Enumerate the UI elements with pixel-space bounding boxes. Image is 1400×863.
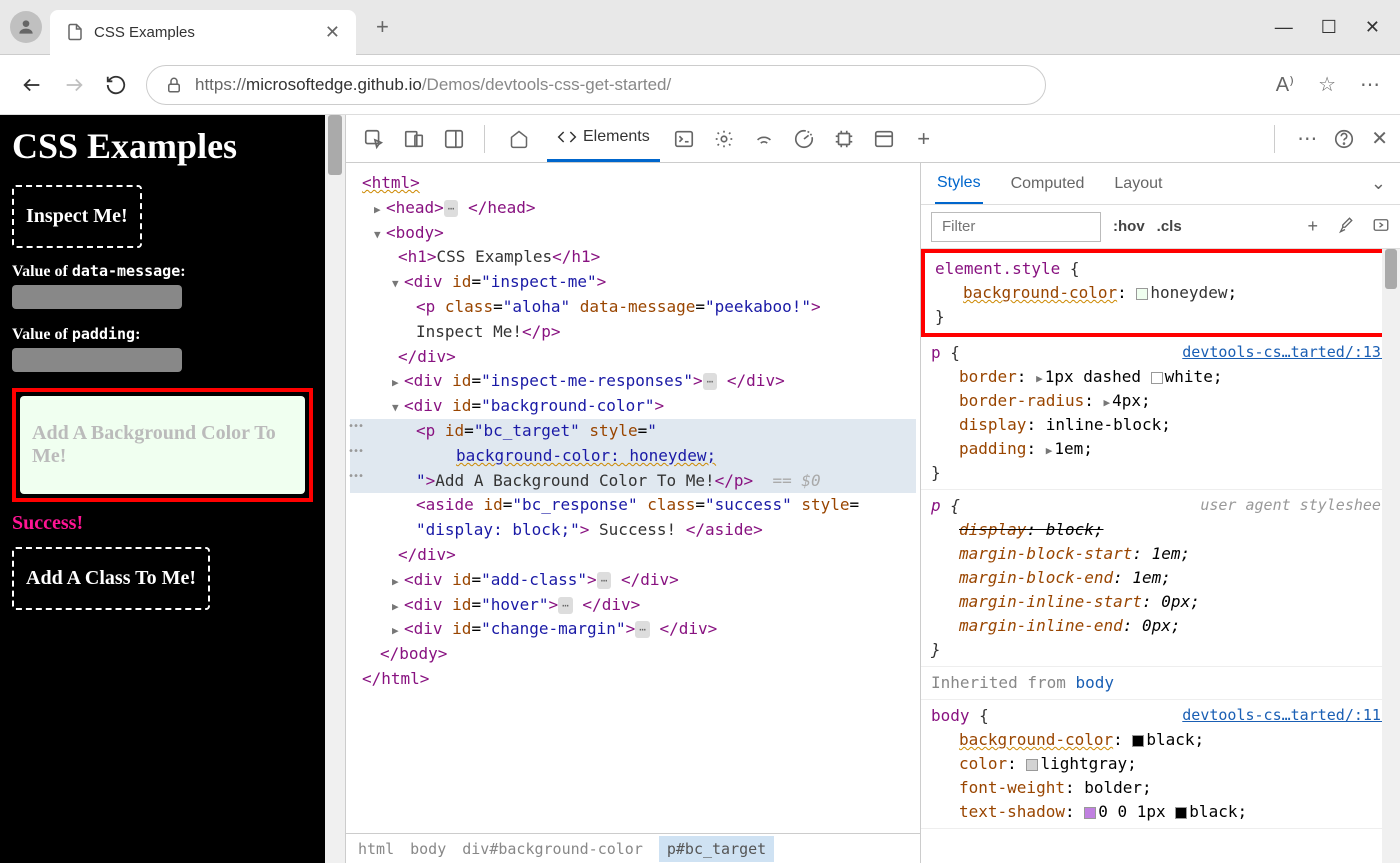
breadcrumb-body[interactable]: body <box>410 840 446 858</box>
refresh-button[interactable] <box>104 73 128 97</box>
devtools-help-icon[interactable] <box>1333 128 1355 150</box>
computed-styles-icon[interactable] <box>1372 216 1390 237</box>
styles-filter-input[interactable] <box>931 212 1101 242</box>
styles-scrollbar[interactable] <box>1382 249 1400 863</box>
devtools-more-icon[interactable]: ⋯ <box>1297 126 1317 151</box>
performance-icon[interactable] <box>788 123 820 155</box>
source-link-body[interactable]: devtools-cs…tarted/:117 <box>1182 704 1390 727</box>
styles-toolbar: :hov .cls + <box>921 205 1400 249</box>
forward-button[interactable] <box>62 73 86 97</box>
devtools-panel: Elements + ⋯ ✕ <html> <head>⋯ </head> <box>345 115 1400 863</box>
browser-tab[interactable]: CSS Examples ✕ <box>50 10 356 55</box>
styles-tabs: Styles Computed Layout ⌄ <box>921 163 1400 205</box>
page-heading: CSS Examples <box>12 127 313 167</box>
tab-close-button[interactable]: ✕ <box>325 22 340 43</box>
styles-tab-styles[interactable]: Styles <box>935 164 983 204</box>
tab-title: CSS Examples <box>94 24 195 41</box>
maximize-button[interactable]: ☐ <box>1321 17 1337 38</box>
padding-input[interactable] <box>12 348 182 372</box>
paint-brush-icon[interactable] <box>1336 216 1354 237</box>
breadcrumb-div[interactable]: div#background-color <box>462 840 643 858</box>
new-style-rule-icon[interactable]: + <box>1307 216 1318 237</box>
page-icon <box>66 23 84 41</box>
elements-tab[interactable]: Elements <box>547 115 660 162</box>
dock-side-icon[interactable] <box>438 123 470 155</box>
devtools-toolbar: Elements + ⋯ ✕ <box>346 115 1400 163</box>
close-window-button[interactable]: ✕ <box>1365 17 1380 38</box>
lock-icon <box>165 76 183 94</box>
breadcrumb-p[interactable]: p#bc_target <box>659 836 774 862</box>
value-data-message-label: Value of data-message: <box>12 262 313 281</box>
data-message-input[interactable] <box>12 285 182 309</box>
browser-tab-bar: CSS Examples ✕ + — ☐ ✕ <box>0 0 1400 55</box>
network-icon[interactable] <box>748 123 780 155</box>
highlighted-element: Add A Background Color To Me! <box>12 388 313 502</box>
memory-icon[interactable] <box>828 123 860 155</box>
breadcrumb-html[interactable]: html <box>358 840 394 858</box>
more-button[interactable]: ⋯ <box>1360 72 1380 97</box>
success-text: Success! <box>12 512 313 535</box>
dom-breadcrumb: html body div#background-color p#bc_targ… <box>346 833 920 863</box>
window-controls: — ☐ ✕ <box>1275 17 1390 38</box>
profile-avatar[interactable] <box>10 11 42 43</box>
styles-panel: Styles Computed Layout ⌄ :hov .cls + <box>920 163 1400 863</box>
more-tabs-icon[interactable]: + <box>908 123 940 155</box>
value-padding-label: Value of padding: <box>12 325 313 344</box>
address-bar[interactable]: https://microsoftedge.github.io/Demos/de… <box>146 65 1046 105</box>
new-tab-button[interactable]: + <box>376 14 389 40</box>
cls-button[interactable]: .cls <box>1157 218 1182 235</box>
bc-target-box[interactable]: Add A Background Color To Me! <box>20 396 305 494</box>
styles-tabs-more-icon[interactable]: ⌄ <box>1371 173 1386 194</box>
page-scrollbar[interactable] <box>325 115 345 863</box>
dom-tree[interactable]: <html> <head>⋯ </head> <body> <h1>CSS Ex… <box>346 163 920 833</box>
inspect-element-icon[interactable] <box>358 123 390 155</box>
device-toggle-icon[interactable] <box>398 123 430 155</box>
rendered-page-panel: CSS Examples Inspect Me! Value of data-m… <box>0 115 345 863</box>
sources-icon[interactable] <box>708 123 740 155</box>
back-button[interactable] <box>20 73 44 97</box>
inspect-me-box[interactable]: Inspect Me! <box>12 185 142 248</box>
read-aloud-button[interactable]: A⁾ <box>1276 72 1294 97</box>
hov-button[interactable]: :hov <box>1113 218 1145 235</box>
application-icon[interactable] <box>868 123 900 155</box>
elements-tree-panel: <html> <head>⋯ </head> <body> <h1>CSS Ex… <box>346 163 920 863</box>
styles-rules[interactable]: element.style { background-color: honeyd… <box>921 249 1400 863</box>
address-bar-row: https://microsoftedge.github.io/Demos/de… <box>0 55 1400 115</box>
selected-dom-node[interactable]: <p id="bc_target" style=" <box>350 419 916 444</box>
source-link[interactable]: devtools-cs…tarted/:133 <box>1182 341 1390 364</box>
inherited-from-label: Inherited from body <box>921 667 1400 700</box>
welcome-tab[interactable] <box>499 117 539 161</box>
url-text: https://microsoftedge.github.io/Demos/de… <box>195 75 1027 95</box>
console-icon[interactable] <box>668 123 700 155</box>
favorite-button[interactable]: ☆ <box>1318 72 1336 97</box>
devtools-close-icon[interactable]: ✕ <box>1371 126 1388 151</box>
styles-tab-layout[interactable]: Layout <box>1112 165 1164 203</box>
add-class-box[interactable]: Add A Class To Me! <box>12 547 210 610</box>
styles-tab-computed[interactable]: Computed <box>1009 165 1087 203</box>
minimize-button[interactable]: — <box>1275 17 1293 38</box>
